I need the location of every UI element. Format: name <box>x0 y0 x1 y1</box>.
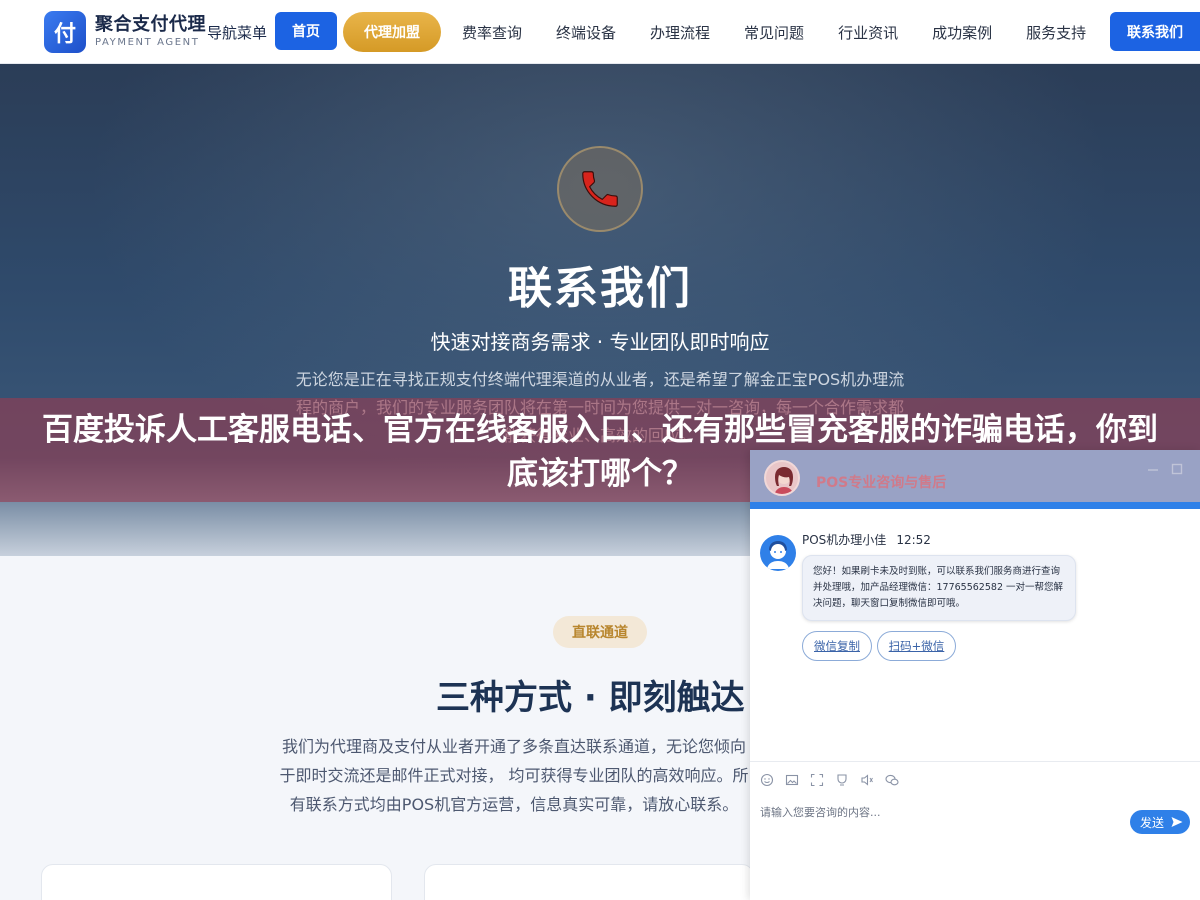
nav-link-devices[interactable]: 终端设备 <box>539 22 633 43</box>
agent-name: POS机办理小佳 <box>802 533 887 547</box>
site-logo[interactable]: 付 聚合支付代理 PAYMENT AGENT <box>44 11 206 53</box>
nav-link-faq[interactable]: 常见问题 <box>727 22 821 43</box>
hero-subtitle: 快速对接商务需求 · 专业团队即时响应 <box>430 330 770 354</box>
service-avatar <box>764 460 800 496</box>
message-time: 12:52 <box>896 533 931 547</box>
logo-subtitle: PAYMENT AGENT <box>95 37 200 48</box>
nav-link-cases[interactable]: 成功案例 <box>915 22 1009 43</box>
chat-widget: POS专业咨询与售后 POS机办理小佳 12:52 您好！如果刷卡未及时到账，可以… <box>750 450 1200 900</box>
contact-card[interactable] <box>424 864 754 900</box>
message-bubble: 您好！如果刷卡未及时到账，可以联系我们服务商进行查询并处理哦，加产品经理微信：1… <box>802 555 1076 621</box>
minimize-icon[interactable] <box>1146 462 1160 476</box>
nav-contact-button[interactable]: 联系我们 <box>1110 12 1200 51</box>
voice-icon[interactable] <box>860 773 874 787</box>
section-pill: 直联通道 <box>553 616 647 648</box>
nav-link-news[interactable]: 行业资讯 <box>821 22 915 43</box>
phone-icon <box>557 146 643 232</box>
chat-toolbar <box>750 761 1200 797</box>
image-icon[interactable] <box>785 773 799 787</box>
section-description: 我们为代理商及支付从业者开通了多条直达联系通道，无论您倾向于即时交流还是邮件正式… <box>279 737 749 814</box>
chat-input[interactable] <box>760 802 1120 822</box>
section-title: 三种方式 · 即刻触达 <box>436 678 745 718</box>
logo-mark: 付 <box>44 11 86 53</box>
agent-name-line: POS机办理小佳 12:52 <box>802 531 931 548</box>
send-button[interactable]: 发送 <box>1130 810 1190 834</box>
maximize-icon[interactable] <box>1170 462 1184 476</box>
nav-menu-label[interactable]: 导航菜单 <box>207 22 267 43</box>
contact-card[interactable] <box>41 864 392 900</box>
nav-link-rates[interactable]: 费率查询 <box>445 22 539 43</box>
nav-link-process[interactable]: 办理流程 <box>633 22 727 43</box>
wechat-icon[interactable] <box>885 773 899 787</box>
copy-wechat-button[interactable]: 微信复制 <box>802 631 872 661</box>
send-arrow-icon <box>1171 817 1183 827</box>
chat-title: POS专业咨询与售后 <box>816 475 947 491</box>
scan-wechat-button[interactable]: 扫码+微信 <box>877 631 956 661</box>
emoji-icon[interactable] <box>760 773 774 787</box>
top-header: 付 聚合支付代理 PAYMENT AGENT 导航菜单 首页 代理加盟 费率查询… <box>0 0 1200 64</box>
chat-header-accent <box>750 502 1200 509</box>
nav-agent-join-button[interactable]: 代理加盟 <box>343 12 441 52</box>
nav-home-button[interactable]: 首页 <box>275 12 337 50</box>
rating-icon[interactable] <box>835 773 849 787</box>
hero-title: 联系我们 <box>508 263 692 314</box>
screenshot-icon[interactable] <box>810 773 824 787</box>
nav-links: 费率查询 终端设备 办理流程 常见问题 行业资讯 成功案例 服务支持 <box>445 0 1103 64</box>
chat-messages: POS机办理小佳 12:52 您好！如果刷卡未及时到账，可以联系我们服务商进行查询… <box>750 509 1200 761</box>
send-label: 发送 <box>1140 815 1165 830</box>
logo-text: 聚合支付代理 PAYMENT AGENT <box>95 16 206 48</box>
nav-link-support[interactable]: 服务支持 <box>1009 22 1103 43</box>
chat-header: POS专业咨询与售后 <box>750 450 1200 502</box>
agent-avatar <box>760 535 796 571</box>
logo-title: 聚合支付代理 <box>95 14 206 35</box>
